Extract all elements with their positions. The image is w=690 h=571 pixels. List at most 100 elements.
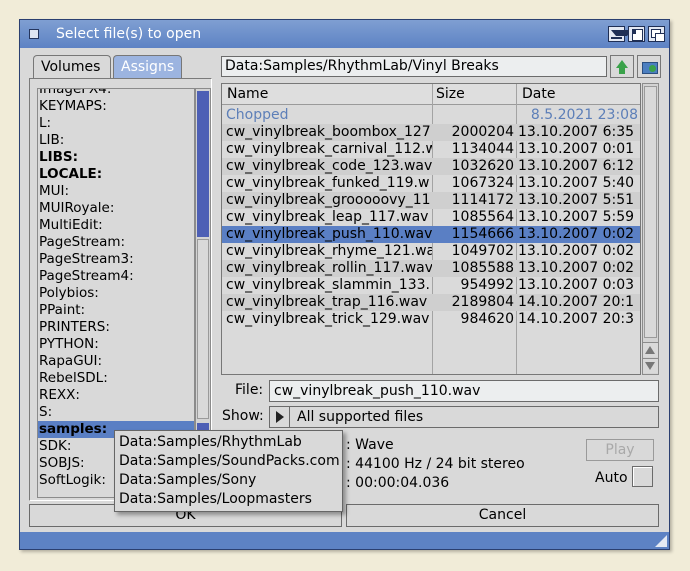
file-name: cw_vinylbreak_grooooovy_11	[226, 192, 431, 208]
file-name: cw_vinylbreak_trap_116.wav	[226, 294, 428, 310]
filter-cycle-gadget[interactable]: All supported files	[269, 406, 659, 428]
file-row[interactable]: cw_vinylbreak_rollin_117.wav 1085588 13.10…	[222, 260, 640, 277]
file-row[interactable]: cw_vinylbreak_slammin_133. 954992 13.10.20…	[222, 277, 640, 294]
assign-item[interactable]: RebelSDL:	[38, 370, 194, 387]
scrollbar-track[interactable]	[197, 91, 209, 237]
assign-item[interactable]: S:	[38, 404, 194, 421]
path-field[interactable]: Data:Samples/RhythmLab/Vinyl Breaks	[221, 56, 607, 77]
assign-item[interactable]: PYTHON:	[38, 336, 194, 353]
assign-item[interactable]: PageStream4:	[38, 268, 194, 285]
assign-item[interactable]: PRINTERS:	[38, 319, 194, 336]
path-history-item[interactable]: Data:Samples/RhythmLab	[115, 433, 342, 452]
file-name: cw_vinylbreak_rhyme_121.wa	[226, 243, 432, 259]
window-bottom-border	[20, 532, 669, 549]
file-size: 1085564	[451, 209, 514, 225]
close-gadget-icon[interactable]	[29, 29, 39, 39]
assign-item[interactable]: REXX:	[38, 387, 194, 404]
file-size: 984620	[460, 311, 514, 327]
assign-item[interactable]: Polybios:	[38, 285, 194, 302]
path-history-item[interactable]: Data:Samples/Sony	[115, 471, 342, 490]
assign-item[interactable]: LOCALE:	[38, 166, 194, 183]
column-header-name[interactable]: Name	[227, 86, 268, 102]
file-row[interactable]: cw_vinylbreak_boombox_127. 2000204 13.10.2…	[222, 124, 640, 141]
file-list-header: Name Size Date	[222, 84, 640, 105]
file-date: 13.10.2007 5:51	[518, 192, 635, 208]
file-size: 1085588	[451, 260, 514, 276]
file-row[interactable]: cw_vinylbreak_code_123.wav 1032620 13.10.2…	[222, 158, 640, 175]
file-row[interactable]: cw_vinylbreak_leap_117.wav 1085564 13.10.2…	[222, 209, 640, 226]
file-size: 954992	[460, 277, 514, 293]
assign-item[interactable]: RapaGUI:	[38, 353, 194, 370]
file-size: 2000204	[451, 124, 514, 140]
file-name-input[interactable]: cw_vinylbreak_push_110.wav	[269, 380, 659, 402]
file-row[interactable]: cw_vinylbreak_grooooovy_11 1114172 13.10.2…	[222, 192, 640, 209]
iconify-gadget-icon[interactable]	[608, 26, 632, 42]
file-name: cw_vinylbreak_code_123.wav	[226, 158, 432, 174]
window-title: Select file(s) to open	[56, 26, 202, 42]
file-size: 1032620	[451, 158, 514, 174]
tab-volumes[interactable]: Volumes	[33, 55, 111, 79]
assign-item[interactable]: ImageFX4:	[38, 89, 194, 98]
file-size: 2189804	[451, 294, 514, 310]
assign-item[interactable]: PPaint:	[38, 302, 194, 319]
file-size: 1049702	[451, 243, 514, 259]
file-size: 1134044	[451, 141, 514, 157]
file-row[interactable]: cw_vinylbreak_carnival_112.w 1134044 13.10…	[222, 141, 640, 158]
cancel-button[interactable]: Cancel	[346, 504, 659, 527]
assign-item[interactable]: KEYMAPS:	[38, 98, 194, 115]
show-label: Show:	[222, 408, 264, 424]
sample-type: : Wave	[346, 437, 394, 453]
file-list[interactable]: Name Size Date Chopped 8.5.2021 23:08 cw_v…	[221, 83, 641, 375]
file-size: 1067324	[451, 175, 514, 191]
directory-row[interactable]: Chopped 8.5.2021 23:08	[222, 107, 640, 124]
assign-item[interactable]: PageStream3:	[38, 251, 194, 268]
assign-item[interactable]: PageStream:	[38, 234, 194, 251]
tab-assigns[interactable]: Assigns	[113, 55, 182, 79]
new-drawer-icon[interactable]	[637, 55, 661, 78]
file-date: 13.10.2007 5:40	[518, 175, 635, 191]
path-history-item[interactable]: Data:Samples/Loopmasters	[115, 490, 342, 509]
file-label: File:	[235, 382, 264, 398]
column-header-size[interactable]: Size	[436, 86, 465, 102]
zoom-gadget-icon[interactable]	[628, 26, 645, 42]
file-list-scrollbar[interactable]	[642, 83, 659, 375]
file-name: cw_vinylbreak_push_110.wav	[226, 226, 432, 242]
depth-gadget-icon[interactable]	[648, 26, 665, 42]
auto-label: Auto	[595, 470, 628, 486]
resize-gadget-icon[interactable]	[655, 535, 667, 547]
sample-duration: : 00:00:04.036	[346, 475, 450, 491]
play-button[interactable]: Play	[586, 439, 654, 461]
file-date: 8.5.2021 23:08	[530, 107, 638, 123]
file-date: 13.10.2007 6:12	[518, 158, 635, 174]
auto-play-checkbox[interactable]	[632, 466, 653, 487]
file-row[interactable]: cw_vinylbreak_trap_116.wav 2189804 14.10.2…	[222, 294, 640, 311]
file-date: 13.10.2007 0:02	[518, 226, 635, 242]
file-row[interactable]: cw_vinylbreak_trick_129.wav 984620 14.10.2…	[222, 311, 640, 328]
assign-item[interactable]: MUIRoyale:	[38, 200, 194, 217]
assign-item[interactable]: LIBS:	[38, 149, 194, 166]
title-bar[interactable]: Select file(s) to open	[20, 20, 669, 48]
cycle-arrow-icon[interactable]	[270, 407, 290, 427]
file-date: 13.10.2007 0:03	[518, 277, 635, 293]
column-header-date[interactable]: Date	[522, 86, 555, 102]
file-row[interactable]: cw_vinylbreak_funked_119.w 1067324 13.10.2…	[222, 175, 640, 192]
scroll-up-arrow-icon[interactable]	[643, 342, 658, 357]
file-date: 13.10.2007 5:59	[518, 209, 635, 225]
scrollbar-knob[interactable]	[644, 86, 657, 338]
path-history-popup[interactable]: Data:Samples/RhythmLab Data:Samples/Sound…	[114, 430, 343, 512]
parent-directory-icon[interactable]	[610, 55, 634, 78]
assign-item[interactable]: MultiEdit:	[38, 217, 194, 234]
file-row[interactable]: cw_vinylbreak_push_110.wav 1154666 13.10.2…	[222, 226, 640, 243]
file-name: cw_vinylbreak_leap_117.wav	[226, 209, 429, 225]
scroll-down-arrow-icon[interactable]	[643, 358, 658, 373]
file-requester-window: Select file(s) to open Volumes Assigns I…	[19, 19, 670, 550]
sample-format: : 44100 Hz / 24 bit stereo	[346, 456, 525, 472]
assign-item[interactable]: L:	[38, 115, 194, 132]
path-history-item[interactable]: Data:Samples/SoundPacks.com	[115, 452, 342, 471]
scrollbar-knob[interactable]	[197, 239, 209, 419]
file-row[interactable]: cw_vinylbreak_rhyme_121.wa 1049702 13.10.2…	[222, 243, 640, 260]
file-name: cw_vinylbreak_funked_119.w	[226, 175, 430, 191]
assign-item[interactable]: LIB:	[38, 132, 194, 149]
assign-item[interactable]: MUI:	[38, 183, 194, 200]
file-date: 14.10.2007 20:1	[518, 294, 635, 310]
